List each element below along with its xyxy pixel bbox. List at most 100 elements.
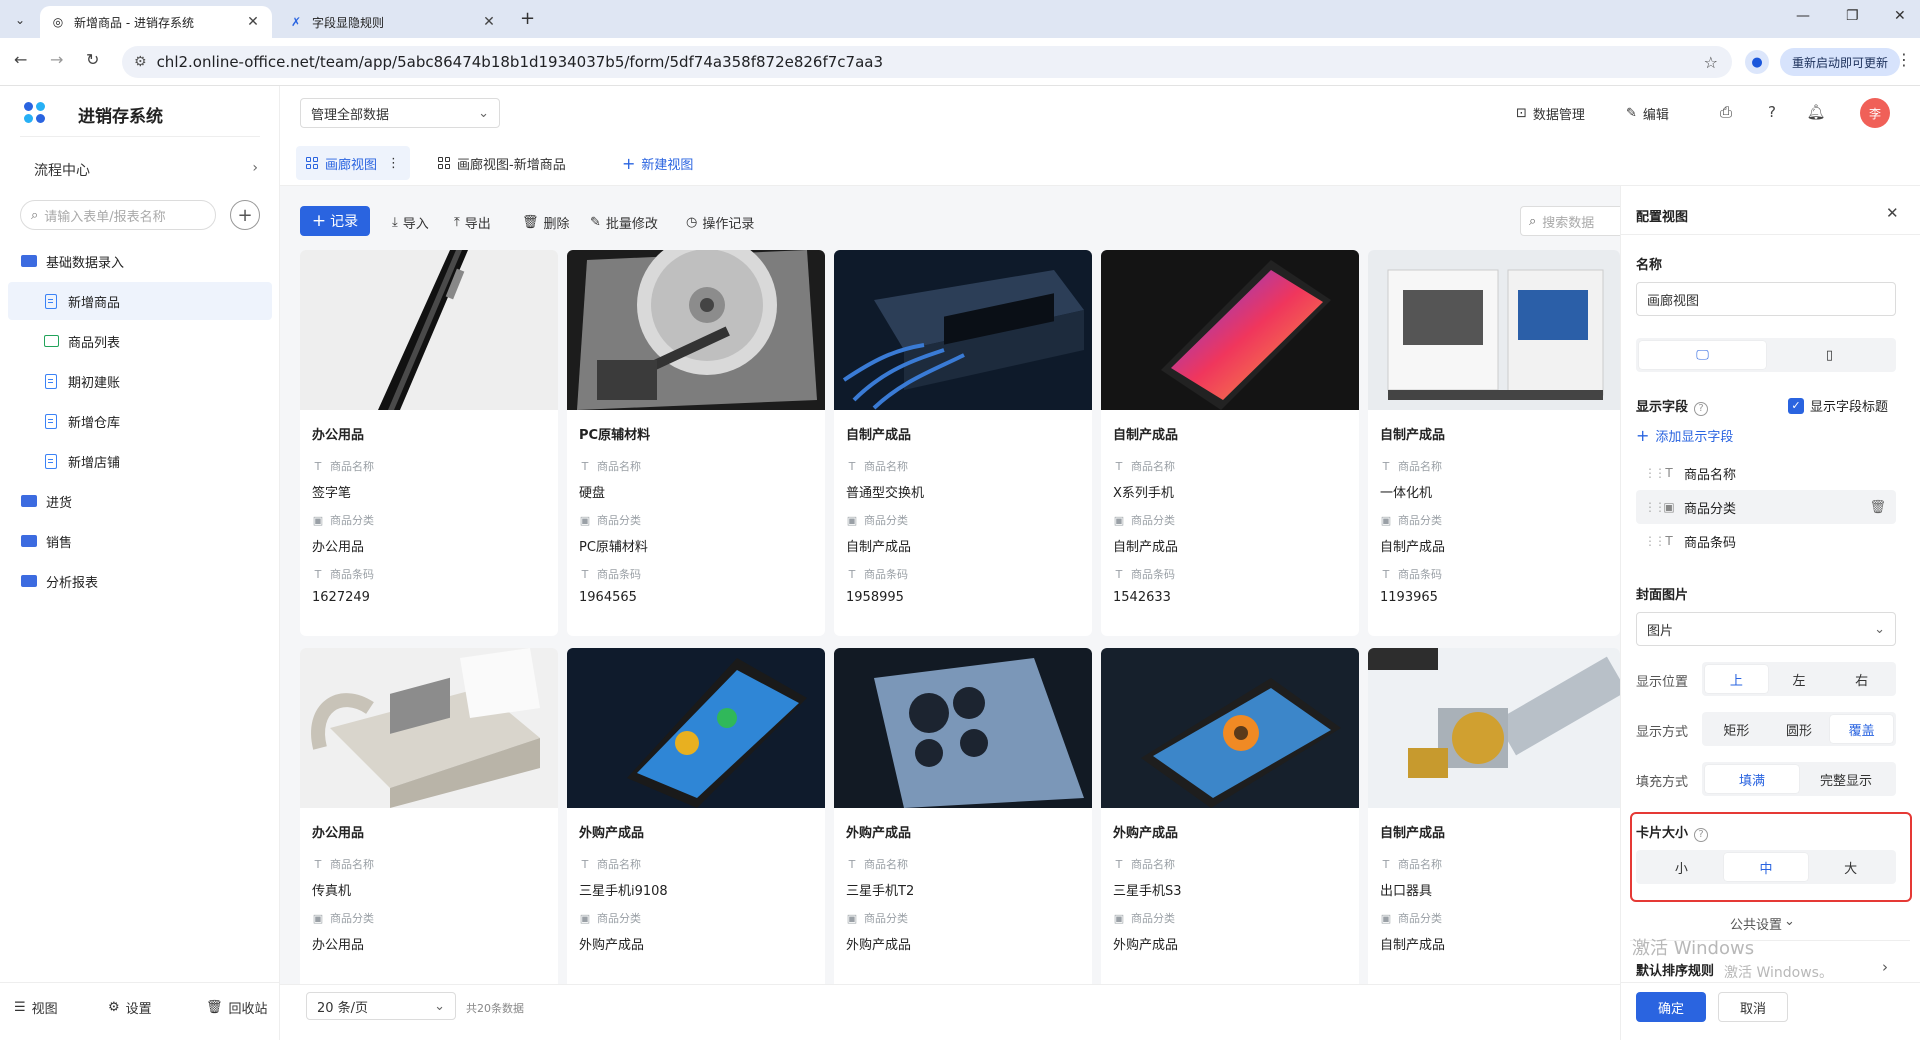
close-tab-icon[interactable]: ✕ <box>480 14 498 30</box>
flow-center-link[interactable]: 流程中心 › <box>34 160 258 180</box>
reload-icon[interactable]: ↻ <box>86 50 99 69</box>
cancel-button[interactable]: 取消 <box>1718 992 1788 1022</box>
card-size-small-option[interactable]: 小 <box>1639 853 1724 881</box>
tree-group-sales[interactable]: 销售 <box>8 522 272 560</box>
display-field-row[interactable]: ⋮⋮ T 商品名称 <box>1636 456 1896 490</box>
text-field-icon: T <box>581 857 589 871</box>
select-field-icon: ▣ <box>579 911 591 925</box>
recycle-footer-button[interactable]: 🗑 回收站 <box>206 998 268 1017</box>
drag-handle-icon[interactable]: ⋮⋮ <box>1644 466 1666 480</box>
product-image-valve <box>1368 648 1620 808</box>
drag-handle-icon[interactable]: ⋮⋮ <box>1644 534 1666 548</box>
close-icon[interactable]: ✕ <box>1886 204 1899 222</box>
position-left-option[interactable]: 左 <box>1768 665 1831 693</box>
tree-item-new-store[interactable]: 新增店铺 <box>8 442 272 480</box>
user-avatar[interactable]: 李 <box>1860 98 1890 128</box>
trash-icon[interactable]: 🗑 <box>1869 500 1886 515</box>
drag-handle-icon[interactable]: ⋮⋮ <box>1644 500 1666 514</box>
tab-gallery-view[interactable]: 画廊视图 ⋮ <box>296 146 411 180</box>
add-display-field-button[interactable]: + 添加显示字段 <box>1636 426 1733 445</box>
mode-cover-option[interactable]: 覆盖 <box>1830 715 1894 743</box>
print-icon[interactable]: ⎙ <box>1716 102 1736 122</box>
tree-item-product-list[interactable]: 商品列表 <box>8 322 272 360</box>
fill-full-option[interactable]: 填满 <box>1705 765 1799 793</box>
form-search-input[interactable]: ⌕ 请输入表单/报表名称 <box>20 200 216 230</box>
more-vertical-icon[interactable]: ⋮ <box>387 156 400 171</box>
new-tab-icon[interactable]: + <box>520 8 535 29</box>
default-sort-rule[interactable]: 默认排序规则 <box>1636 960 1714 979</box>
browser-menu-icon[interactable]: ⋮ <box>1896 50 1912 69</box>
gallery-card[interactable]: 自制产成品 T 商品名称 一体化机 ▣ 商品分类 自制产成品 T 商品条码 11939… <box>1368 250 1620 636</box>
view-footer-button[interactable]: ☰ 视图 <box>14 998 58 1017</box>
forward-icon[interactable]: → <box>50 50 63 69</box>
gallery-card[interactable]: 自制产成品 T 商品名称 普通型交换机 ▣ 商品分类 自制产成品 T 商品条码 195… <box>834 250 1092 636</box>
settings-footer-button[interactable]: ⚙ 设置 <box>108 998 152 1017</box>
close-tab-icon[interactable]: ✕ <box>244 14 262 30</box>
tree-item-opening-account[interactable]: 期初建账 <box>8 362 272 400</box>
view-name-input[interactable]: 画廊视图 <box>1636 282 1896 316</box>
gallery-card[interactable]: 自制产成品 T 商品名称 X系列手机 ▣ 商品分类 自制产成品 T 商品条码 1542… <box>1101 250 1359 636</box>
bell-icon[interactable]: 🔔︎ <box>1806 102 1826 122</box>
page-size-select[interactable]: 20 条/页 ⌄ <box>306 992 456 1020</box>
url-field[interactable]: ⚙ chl2.online-office.net/team/app/5abc86… <box>122 46 1732 78</box>
show-field-title-checkbox[interactable]: ✓ 显示字段标题 <box>1788 396 1888 415</box>
tree-group-reports[interactable]: 分析报表 <box>8 562 272 600</box>
display-field-row[interactable]: ⋮⋮ T 商品条码 <box>1636 524 1896 558</box>
chevron-right-icon[interactable]: › <box>1882 958 1888 976</box>
tab-gallery-view-new-product[interactable]: 画廊视图-新增商品 <box>428 146 576 180</box>
update-button[interactable]: 重新启动即可更新 <box>1780 48 1900 76</box>
data-search-input[interactable]: ⌕ 搜索数据 <box>1520 206 1620 236</box>
gallery-card[interactable]: 外购产成品 T 商品名称 三星手机S3 ▣ 商品分类 外购产成品 <box>1101 648 1359 996</box>
browser-tab-active[interactable]: ◎ 新增商品 - 进销存系统 ✕ <box>40 6 272 38</box>
fill-contain-option[interactable]: 完整显示 <box>1799 765 1893 793</box>
mode-rect-option[interactable]: 矩形 <box>1705 715 1768 743</box>
gallery-card[interactable]: 办公用品 T 商品名称 传真机 ▣ 商品分类 办公用品 <box>300 648 558 996</box>
import-button[interactable]: ⤓ 导入 <box>392 213 429 232</box>
desktop-icon[interactable]: 🖵 <box>1639 341 1766 369</box>
position-top-option[interactable]: 上 <box>1705 665 1768 693</box>
common-settings-toggle[interactable]: 公共设置 ⌄ <box>1730 914 1795 933</box>
select-field-icon: ▣ <box>1663 500 1675 514</box>
data-manage-button[interactable]: ⊡ 数据管理 <box>1516 104 1585 123</box>
tree-group-basic-data[interactable]: 基础数据录入 <box>8 242 272 280</box>
tree-group-purchase[interactable]: 进货 <box>8 482 272 520</box>
edit-button[interactable]: ✎ 编辑 <box>1626 104 1669 123</box>
profile-icon[interactable]: ● <box>1745 50 1769 74</box>
window-close-icon[interactable]: ✕ <box>1894 8 1906 24</box>
restore-icon[interactable]: ❐ <box>1846 8 1859 24</box>
cover-image-select[interactable]: 图片 ⌄ <box>1636 612 1896 646</box>
operation-log-button[interactable]: ◷ 操作记录 <box>686 213 754 232</box>
export-button[interactable]: ⤒ 导出 <box>454 213 491 232</box>
mobile-icon[interactable]: ▯ <box>1766 341 1893 369</box>
help-icon[interactable]: ? <box>1694 827 1709 842</box>
site-info-icon[interactable]: ⚙ <box>134 54 147 70</box>
data-scope-select[interactable]: 管理全部数据 ⌄ <box>300 98 500 128</box>
add-form-button[interactable]: + <box>230 200 260 230</box>
browser-tab-2[interactable]: ✗ 字段显隐规则 ✕ <box>278 6 508 38</box>
tree-item-new-warehouse[interactable]: 新增仓库 <box>8 402 272 440</box>
gallery-card[interactable]: 办公用品 T 商品名称 签字笔 ▣ 商品分类 办公用品 T 商品条码 1627249 <box>300 250 558 636</box>
card-size-large-option[interactable]: 大 <box>1808 853 1893 881</box>
new-view-button[interactable]: + 新建视图 <box>612 146 703 180</box>
card-size-medium-option[interactable]: 中 <box>1723 853 1809 881</box>
confirm-button[interactable]: 确定 <box>1636 992 1706 1022</box>
position-right-option[interactable]: 右 <box>1830 665 1893 693</box>
gallery-card[interactable]: 外购产成品 T 商品名称 三星手机T2 ▣ 商品分类 外购产成品 <box>834 648 1092 996</box>
display-field-row[interactable]: ⋮⋮ ▣ 商品分类 🗑 <box>1636 490 1896 524</box>
mode-circle-option[interactable]: 圆形 <box>1768 715 1831 743</box>
export-icon: ⤒ <box>454 215 460 230</box>
batch-edit-button[interactable]: ✎ 批量修改 <box>590 213 658 232</box>
help-icon[interactable]: ? <box>1762 102 1782 122</box>
minimize-icon[interactable]: — <box>1796 8 1810 24</box>
bookmark-star-icon[interactable]: ☆ <box>1704 53 1718 72</box>
gallery-card[interactable]: PC原辅材料 T 商品名称 硬盘 ▣ 商品分类 PC原辅材料 T 商品条码 19645… <box>567 250 825 636</box>
back-icon[interactable]: ← <box>14 50 27 69</box>
tab-search-icon[interactable]: ⌄ <box>8 8 32 32</box>
gallery-card[interactable]: 自制产成品 T 商品名称 出口器具 ▣ 商品分类 自制产成品 <box>1368 648 1620 996</box>
form-doc-icon <box>42 452 60 470</box>
tree-item-new-product[interactable]: 新增商品 <box>8 282 272 320</box>
gallery-card[interactable]: 外购产成品 T 商品名称 三星手机i9108 ▣ 商品分类 外购产成品 <box>567 648 825 996</box>
add-record-button[interactable]: + 记录 <box>300 206 370 236</box>
delete-button[interactable]: 🗑 删除 <box>522 213 570 232</box>
help-icon[interactable]: ? <box>1694 401 1709 416</box>
